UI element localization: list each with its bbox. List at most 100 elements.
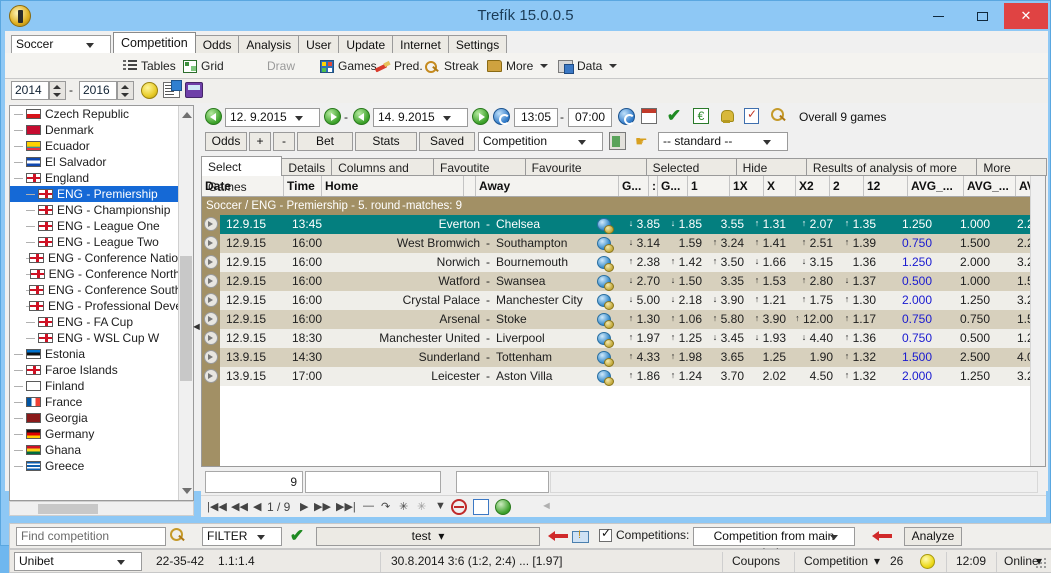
grid-header-cell[interactable]: Home	[322, 176, 464, 196]
nav-prev-page-button[interactable]: ◀◀	[231, 500, 248, 513]
tree-expander-icon[interactable]	[14, 398, 23, 407]
tree-item[interactable]: ENG - Conference Nation	[10, 250, 185, 266]
tree-item[interactable]: ENG - League Two	[10, 234, 180, 250]
scroll-down-icon[interactable]	[182, 488, 192, 494]
globe-icon[interactable]	[597, 370, 614, 386]
subtab-select-games[interactable]: Select Games	[201, 156, 283, 194]
tree-expander-icon[interactable]	[14, 366, 23, 375]
subtab-favourite-teams[interactable]: Favoutite Teams	[433, 158, 526, 193]
tree-expander-icon[interactable]	[14, 446, 23, 455]
refresh-icon[interactable]	[495, 499, 511, 515]
row-select-arrow-icon[interactable]	[204, 369, 218, 383]
time-from-field[interactable]: 13:05	[514, 108, 558, 127]
tree-expander-icon[interactable]	[14, 158, 23, 167]
date-to-prev-button[interactable]	[353, 108, 370, 125]
tree-expander-icon[interactable]	[14, 414, 23, 423]
tree-expander-icon[interactable]	[14, 382, 23, 391]
summary-field-3[interactable]	[456, 471, 549, 493]
standard-select[interactable]: -- standard --	[658, 132, 788, 151]
time-to-field[interactable]: 07:00	[568, 108, 612, 127]
subtab-favourite-competitions[interactable]: Favourite competitions	[524, 158, 647, 193]
left-arrow-icon-2[interactable]	[872, 531, 892, 541]
confirm-check-icon[interactable]: ✔	[665, 107, 683, 125]
tree-item[interactable]: Estonia	[10, 346, 180, 362]
tree-item[interactable]: ENG - FA Cup	[10, 314, 180, 330]
tree-expander-icon[interactable]	[14, 142, 23, 151]
tab-user[interactable]: User	[298, 35, 340, 53]
time-to-reset-button[interactable]	[618, 108, 635, 125]
subtab-selected-games[interactable]: Selected games	[645, 158, 737, 193]
saved-button[interactable]: Saved	[419, 132, 475, 151]
menu-data[interactable]: Data	[558, 57, 618, 75]
row-select-arrow-icon[interactable]	[204, 274, 218, 288]
tree-item[interactable]: ENG - Premiership	[10, 186, 180, 202]
tree-item[interactable]: Denmark	[10, 122, 180, 138]
row-select-arrow-icon[interactable]	[204, 236, 218, 250]
tab-analysis[interactable]: Analysis	[238, 35, 300, 53]
summary-field-2[interactable]	[305, 471, 441, 493]
globe-icon[interactable]	[597, 237, 614, 253]
checklist-icon[interactable]	[744, 107, 759, 124]
table-row[interactable]: 13.9.15 17:00 Leicester - Aston Villa ↑ 1.86 ↑…	[204, 367, 1045, 386]
left-arrow-icon[interactable]	[548, 531, 568, 541]
table-row[interactable]: 12.9.15 16:00 Watford - Swansea ↓ 2.70 ↓ 1.50 …	[204, 272, 1045, 291]
sport-selector[interactable]: Soccer	[11, 35, 111, 54]
grid-header-cell[interactable]: Away	[476, 176, 619, 196]
grid-header-cell[interactable]	[464, 176, 476, 196]
grid-header-cell[interactable]: X	[764, 176, 796, 196]
table-row[interactable]: 12.9.15 13:45 Everton - Chelsea ↓ 3.85 ↓ 1.85 …	[204, 215, 1045, 234]
date-from-next-button[interactable]	[324, 108, 341, 125]
search-icon[interactable]	[170, 528, 186, 544]
subtab-more-filters[interactable]: More Filters	[976, 158, 1047, 193]
competition-tree[interactable]: Czech Republic Denmark Ecuador El Salvador E…	[10, 106, 185, 474]
tab-settings[interactable]: Settings	[447, 35, 508, 53]
tree-item[interactable]: Ghana	[10, 442, 180, 458]
test-dropdown-button[interactable]: test ▾	[316, 527, 540, 546]
globe-icon[interactable]	[597, 313, 614, 329]
grid-vertical-scrollbar[interactable]	[1030, 176, 1045, 466]
year-from-spinner[interactable]	[49, 81, 66, 100]
analyze-button[interactable]: Analyze	[904, 527, 962, 546]
competition-select[interactable]: Competition	[478, 132, 603, 151]
scroll-thumb[interactable]	[180, 256, 192, 381]
grid-header-cell[interactable]: 2	[830, 176, 864, 196]
tab-internet[interactable]: Internet	[392, 35, 449, 53]
bet-button[interactable]: Bet	[297, 132, 353, 151]
resize-gripper[interactable]	[1036, 558, 1048, 570]
summary-count-field[interactable]: 9	[205, 471, 303, 493]
globe-icon[interactable]	[597, 332, 614, 348]
nav-undo-button[interactable]: ↷	[381, 500, 390, 513]
table-row[interactable]: 12.9.15 16:00 Norwich - Bournemouth ↑ 2.38 ↑ 1…	[204, 253, 1045, 272]
add-button[interactable]: +	[249, 132, 271, 151]
globe-icon[interactable]	[597, 218, 614, 234]
tree-expander-icon[interactable]	[26, 238, 35, 247]
grid-header-cell[interactable]: G...	[658, 176, 688, 196]
panel-collapse-handle[interactable]: ◄	[191, 321, 202, 343]
tree-item[interactable]: Finland	[10, 378, 180, 394]
tree-expander-icon[interactable]	[14, 462, 23, 471]
subtab-results-of-analysis[interactable]: Results of analysis of more filters	[805, 158, 978, 193]
apply-filter-check-icon[interactable]: ✔	[288, 527, 306, 545]
tab-odds[interactable]: Odds	[194, 35, 240, 53]
tree-expander-icon[interactable]	[26, 318, 35, 327]
row-select-arrow-icon[interactable]	[204, 217, 218, 231]
tree-vertical-scrollbar[interactable]	[178, 106, 193, 500]
bookmaker-select[interactable]: Unibet	[14, 552, 142, 571]
nav-scroll-left-icon[interactable]: ◄	[541, 500, 552, 512]
nav-next-page-button[interactable]: ▶▶	[314, 500, 331, 513]
grid-header-cell[interactable]: Time	[284, 176, 322, 196]
tree-expander-icon[interactable]	[14, 350, 23, 359]
menu-tables[interactable]: Tables	[123, 57, 176, 75]
row-select-arrow-icon[interactable]	[204, 255, 218, 269]
status-indicator-ball[interactable]	[920, 554, 935, 569]
globe-icon[interactable]	[597, 275, 614, 291]
nav-delete-button[interactable]: —	[363, 500, 374, 512]
tree-item[interactable]: ENG - Conference North	[10, 266, 180, 282]
tree-item[interactable]: Ecuador	[10, 138, 180, 154]
menu-more[interactable]: More	[487, 57, 549, 75]
tab-competition[interactable]: Competition	[113, 32, 196, 53]
bell-icon[interactable]	[719, 108, 734, 124]
document-icon[interactable]	[163, 80, 182, 98]
tree-expander-icon[interactable]	[26, 270, 32, 279]
menu-grid[interactable]: Grid	[183, 57, 224, 75]
